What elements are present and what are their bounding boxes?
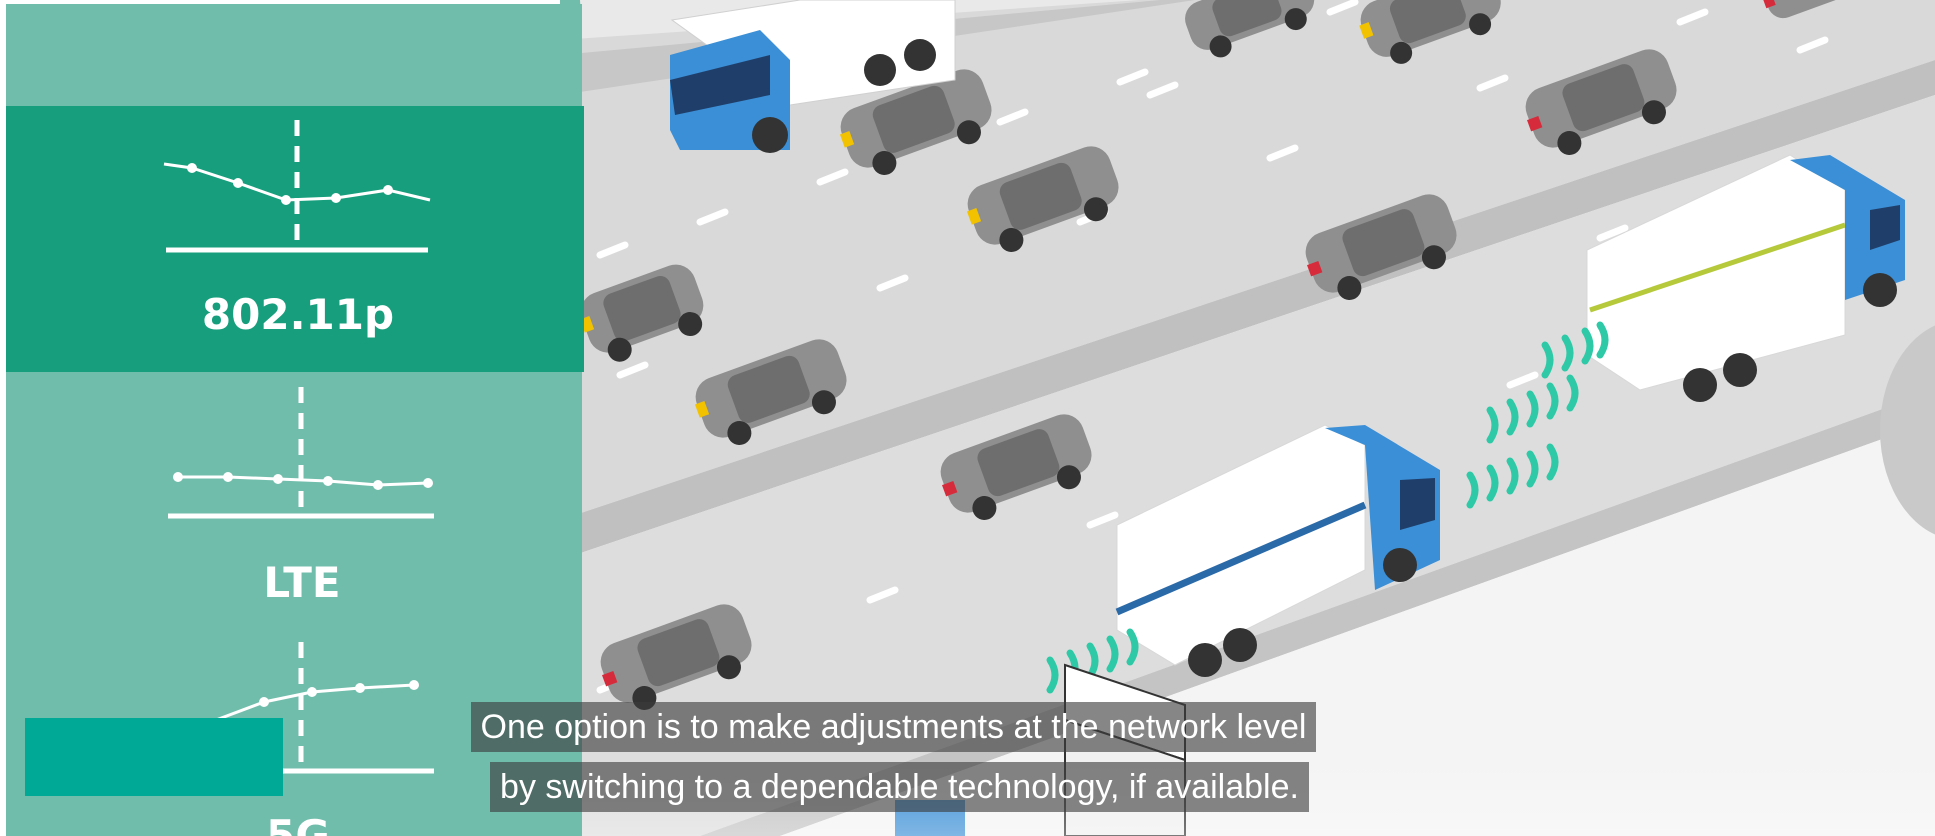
overlay-box xyxy=(25,718,283,796)
network-label-5g: 5G xyxy=(266,811,330,836)
video-frame: 802.11p LTE 5G One option is to make adj… xyxy=(0,0,1935,836)
panel-top-notch xyxy=(560,0,582,30)
line-graph-icon xyxy=(168,387,434,519)
network-label-802-11p: 802.11p xyxy=(201,290,395,339)
network-label-lte: LTE xyxy=(263,558,341,607)
line-graph-icon xyxy=(163,120,431,253)
